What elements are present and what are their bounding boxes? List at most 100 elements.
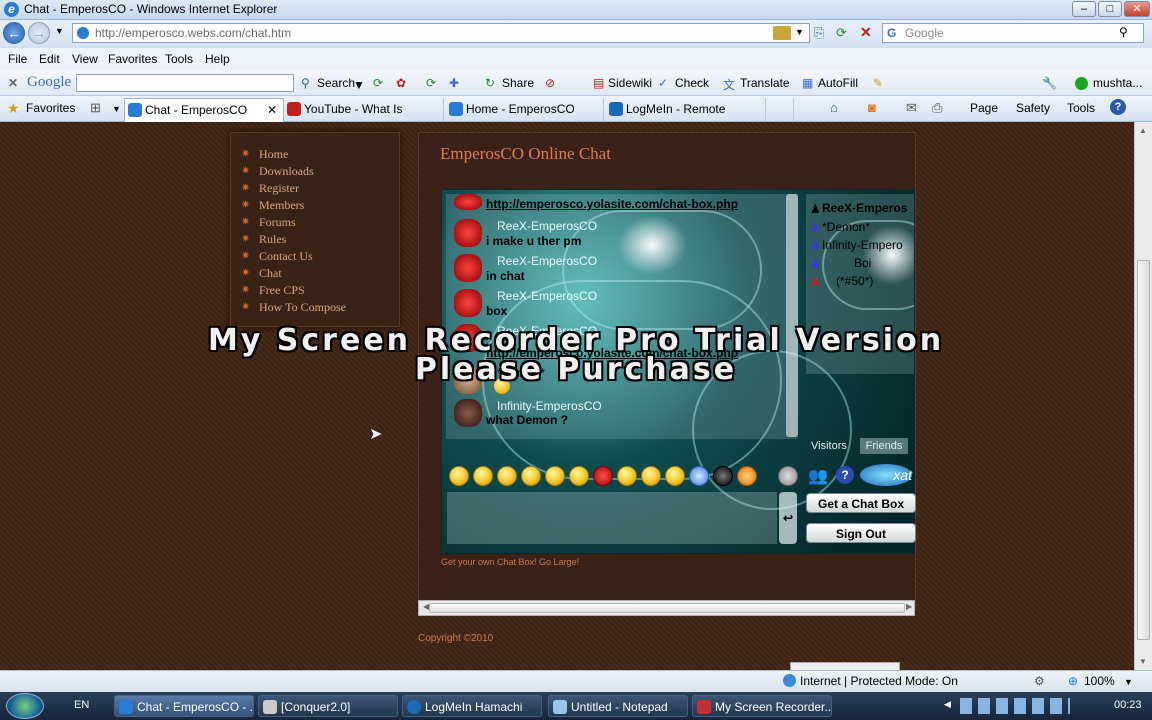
vertical-scrollbar[interactable]: ▲ ▼ <box>1134 122 1152 670</box>
smile-emoji[interactable] <box>449 466 469 486</box>
tongue-emoji[interactable] <box>545 466 565 486</box>
tray-expand-icon[interactable]: ◀ <box>944 699 951 710</box>
surprised-emoji[interactable] <box>521 466 541 486</box>
nav-downloads[interactable]: Downloads <box>259 164 314 179</box>
history-dropdown-icon[interactable]: ▼ <box>55 26 64 36</box>
favorites-button[interactable]: Favorites <box>26 101 75 115</box>
popup-blocker-icon[interactable]: ⊘ <box>545 76 555 90</box>
send-icon[interactable]: ↩ <box>779 492 797 544</box>
check-button[interactable]: Check <box>675 76 709 90</box>
zoom-dropdown-icon[interactable]: ▼ <box>1124 677 1133 687</box>
start-button[interactable] <box>6 693 44 719</box>
taskbar-item-recorder[interactable]: My Screen Recorder... <box>692 695 832 717</box>
url-dropdown-icon[interactable]: ▼ <box>795 27 804 37</box>
print-icon[interactable]: ⎙ <box>932 100 942 116</box>
search-dropdown-icon[interactable]: ▼ <box>353 78 365 92</box>
chat-message-input[interactable] <box>447 492 777 544</box>
refresh-icon[interactable]: ⟳ <box>836 25 847 41</box>
back-button[interactable]: ← <box>3 22 25 44</box>
help-icon[interactable]: ? <box>1110 99 1126 115</box>
message-user[interactable]: Infinity-EmperosCO <box>497 399 602 413</box>
friends-tab[interactable]: Friends <box>860 438 908 454</box>
wrench-icon[interactable]: 🔧 <box>1042 76 1057 90</box>
online-user[interactable]: (*#50*) <box>836 274 873 288</box>
settings-emoji[interactable] <box>778 466 798 486</box>
chat-scrollbar[interactable] <box>786 194 798 437</box>
scroll-thumb[interactable] <box>429 603 905 613</box>
help-icon[interactable]: ? <box>836 466 854 484</box>
message-user[interactable]: ReeX-EmperosCO <box>497 254 597 268</box>
menu-edit[interactable]: Edit <box>39 52 60 66</box>
scroll-thumb[interactable] <box>1137 260 1150 640</box>
grin-emoji[interactable] <box>473 466 493 486</box>
scroll-down-icon[interactable]: ▼ <box>1139 657 1147 666</box>
chat-emoji[interactable] <box>689 466 709 486</box>
scroll-up-icon[interactable]: ▲ <box>1139 126 1147 135</box>
message-user[interactable]: ReeX-EmperosCO <box>497 219 597 233</box>
cool-emoji[interactable] <box>569 466 589 486</box>
tab-close-icon[interactable]: ✕ <box>267 99 277 121</box>
angry-emoji[interactable] <box>593 466 613 486</box>
taskbar-item-hamachi[interactable]: LogMeIn Hamachi <box>402 695 542 717</box>
visitors-tab[interactable]: Visitors <box>811 440 847 452</box>
sign-out-button[interactable]: Sign Out <box>806 523 916 543</box>
feeds-icon[interactable]: ◙ <box>868 100 876 115</box>
autofill-button[interactable]: AutoFill <box>818 76 858 90</box>
chat-footer-link[interactable]: Get your own Chat Box! Go Large! <box>441 557 579 567</box>
menu-help[interactable]: Help <box>205 52 230 66</box>
mail-icon[interactable]: ✉ <box>906 100 917 116</box>
highlighter-icon[interactable]: ✎ <box>873 76 883 90</box>
share-button[interactable]: Share <box>502 76 534 90</box>
nav-home[interactable]: Home <box>259 147 288 162</box>
tab-home-emperosco[interactable]: Home - EmperosCO <box>446 98 604 122</box>
confused-emoji[interactable] <box>617 466 637 486</box>
nav-rules[interactable]: Rules <box>259 232 286 247</box>
people-icon[interactable]: 👥 <box>808 466 828 486</box>
eightball-emoji[interactable] <box>713 466 733 486</box>
nav-members[interactable]: Members <box>259 198 304 213</box>
minimize-button[interactable]: – <box>1072 1 1096 17</box>
google-search-button[interactable]: Search <box>317 76 355 90</box>
new-tab-button[interactable] <box>768 98 794 122</box>
stop-icon[interactable]: ✕ <box>860 24 872 41</box>
get-chat-box-button[interactable]: Get a Chat Box <box>806 493 916 513</box>
taskbar-item-notepad[interactable]: Untitled - Notepad <box>548 695 688 717</box>
online-user[interactable]: Infinity-Empero <box>822 238 903 252</box>
toolbar-plus-icon[interactable]: ✚ <box>449 76 459 90</box>
chat-link[interactable]: http://emperosco.yolasite.com/chat-box.p… <box>486 197 738 211</box>
scroll-right-icon[interactable]: ▶ <box>906 602 912 611</box>
nav-contact-us[interactable]: Contact Us <box>259 249 313 264</box>
menu-favorites[interactable]: Favorites <box>108 52 157 66</box>
google-toolbar-input[interactable] <box>76 74 294 92</box>
nav-how-to-compose[interactable]: How To Compose <box>259 300 346 315</box>
clock[interactable]: 00:23 <box>1114 699 1142 711</box>
home-icon[interactable]: ⌂ <box>830 100 838 115</box>
tools-menu[interactable]: Tools <box>1067 101 1095 115</box>
quick-tabs-icon[interactable]: ⊞ <box>90 100 101 116</box>
worried-emoji[interactable] <box>665 466 685 486</box>
online-user[interactable]: ReeX-Emperos <box>822 201 907 215</box>
search-field[interactable]: G Google ⚲ <box>882 23 1144 43</box>
wink-emoji[interactable] <box>497 466 517 486</box>
tab-logmein[interactable]: LogMeIn - Remote Access ... <box>606 98 766 138</box>
menu-tools[interactable]: Tools <box>165 52 193 66</box>
safety-menu[interactable]: Safety <box>1016 101 1050 115</box>
translate-button[interactable]: Translate <box>740 76 790 90</box>
protected-mode-icon[interactable]: ⚙ <box>1034 674 1045 688</box>
sidewiki-button[interactable]: Sidewiki <box>608 76 652 90</box>
menu-file[interactable]: File <box>8 52 27 66</box>
online-user[interactable]: *Demon* <box>822 220 870 234</box>
toolbar-sync-icon[interactable]: ⟳ <box>426 76 436 90</box>
horizontal-scrollbar[interactable]: ◀ ▶ <box>418 600 915 616</box>
url-field[interactable]: http://emperosco.webs.com/chat.htm ▼ <box>72 23 810 43</box>
page-menu[interactable]: Page <box>970 101 998 115</box>
language-indicator[interactable]: EN <box>74 699 89 711</box>
taskbar-item-conquer[interactable]: [Conquer2.0] <box>258 695 398 717</box>
account-button[interactable]: mushta... <box>1093 76 1142 90</box>
tab-youtube[interactable]: YouTube - What Is LogMeI... <box>284 98 444 138</box>
nav-chat[interactable]: Chat <box>259 266 282 281</box>
toolbar-bookmark-icon[interactable]: ✿ <box>396 76 406 90</box>
online-user[interactable]: Boi <box>854 256 871 270</box>
tray-icons[interactable] <box>960 698 1070 714</box>
xat-logo[interactable]: xat <box>860 464 912 486</box>
